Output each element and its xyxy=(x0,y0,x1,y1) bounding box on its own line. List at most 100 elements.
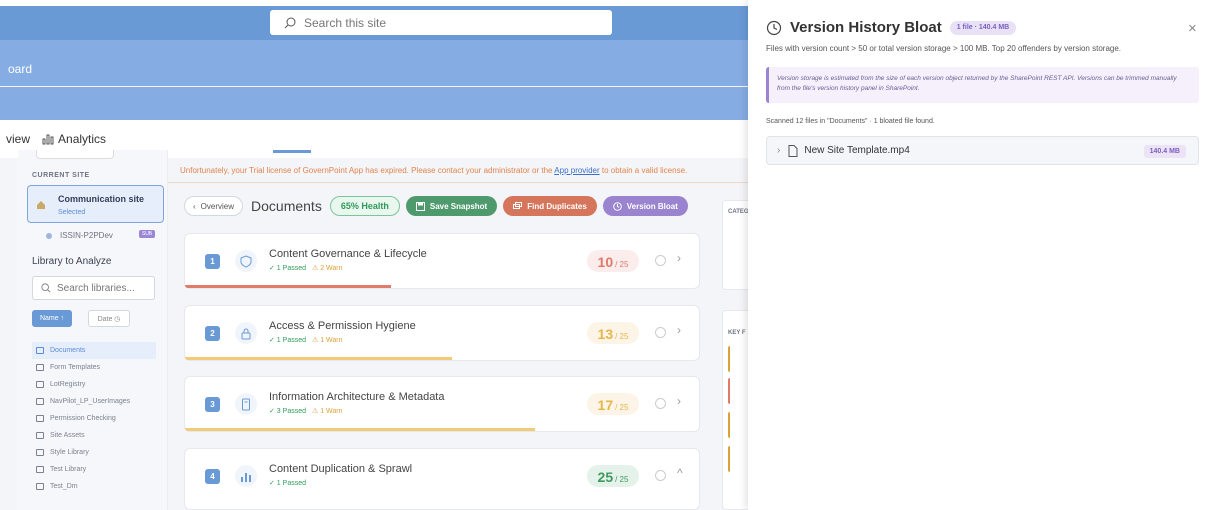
lock-icon xyxy=(235,322,257,344)
score-progress-bar xyxy=(185,428,535,431)
panel-header: Version History Bloat 1 file · 140.4 MB xyxy=(766,19,1017,36)
shield-icon xyxy=(235,250,257,272)
library-item-label: LotRegistry xyxy=(50,381,86,388)
document-icon xyxy=(235,393,257,415)
library-icon xyxy=(36,415,44,422)
passed-count: ✓ 1 Passed xyxy=(269,337,306,344)
category-card[interactable]: 3 Information Architecture & Metadata ✓ 3 … xyxy=(184,376,700,432)
library-item[interactable]: Style Library xyxy=(32,444,156,461)
trial-text-after: to obtain a valid license. xyxy=(599,166,688,175)
overview-button[interactable]: ‹ Overview xyxy=(184,196,244,216)
version-bloat-label: Version Bloat xyxy=(626,201,678,211)
sub-site-name: ISSIN-P2PDev xyxy=(60,231,113,240)
library-item[interactable]: Site Assets xyxy=(32,427,156,444)
overview-label: Overview xyxy=(200,201,235,211)
library-toolbar: ‹ Overview Documents 65% Health Save Sna… xyxy=(184,196,694,216)
current-site-card[interactable]: Communication site Selected xyxy=(27,185,164,223)
info-icon[interactable] xyxy=(655,255,666,266)
finding-item[interactable] xyxy=(728,412,748,438)
library-icon xyxy=(36,466,44,473)
file-size-badge: 140.4 MB xyxy=(1143,145,1186,158)
nav-analytics-link[interactable]: Analytics xyxy=(42,132,106,146)
sort-by-name-button[interactable]: Name ↑ xyxy=(32,310,72,327)
key-findings-label: KEY F xyxy=(728,330,746,336)
sort-by-date-button[interactable]: Date ◷ xyxy=(88,310,130,327)
category-title: Content Duplication & Sprawl xyxy=(269,463,413,475)
library-icon xyxy=(36,432,44,439)
site-search-input[interactable]: Search this site xyxy=(270,10,612,35)
bloated-file-row[interactable]: › New Site Template.mp4 140.4 MB xyxy=(766,136,1199,165)
main-content: Unfortunately, your Trial license of Gov… xyxy=(168,150,748,510)
search-icon xyxy=(41,283,51,293)
divider xyxy=(168,182,748,183)
category-number: 4 xyxy=(205,469,220,484)
file-name: New Site Template.mp4 xyxy=(804,145,910,156)
library-item-label: NavPilot_LP_UserImages xyxy=(50,398,131,405)
active-tab-indicator xyxy=(273,150,311,153)
scan-summary: Scanned 12 files in "Documents" · 1 bloa… xyxy=(766,118,935,125)
library-item[interactable]: Permission Checking xyxy=(32,410,156,427)
category-status: ✓ 3 Passed ⚠ 1 Warn xyxy=(269,407,343,415)
site-search-placeholder: Search this site xyxy=(304,15,387,30)
save-snapshot-button[interactable]: Save Snapshot xyxy=(405,196,498,216)
score-total: / 25 xyxy=(615,260,629,269)
right-summary-column: CATEG KEY F xyxy=(718,190,752,510)
library-search-placeholder: Search libraries... xyxy=(57,282,135,294)
score-value: 17 xyxy=(597,397,614,413)
info-icon[interactable] xyxy=(655,327,666,338)
category-card[interactable]: 4 Content Duplication & Sprawl ✓ 1 Passed 2… xyxy=(184,448,700,510)
score-total: / 25 xyxy=(615,332,629,341)
categories-label: CATEG xyxy=(728,209,749,215)
finding-item[interactable] xyxy=(728,346,748,372)
version-bloat-button[interactable]: Version Bloat xyxy=(602,196,688,216)
save-snapshot-label: Save Snapshot xyxy=(429,201,488,211)
info-icon[interactable] xyxy=(655,470,666,481)
category-title: Access & Permission Hygiene xyxy=(269,320,416,332)
category-number: 2 xyxy=(205,326,220,341)
file-icon xyxy=(788,144,798,157)
library-search-input[interactable]: Search libraries... xyxy=(32,276,155,300)
version-bloat-panel: Version History Bloat 1 file · 140.4 MB … xyxy=(748,0,1211,510)
info-icon[interactable] xyxy=(655,398,666,409)
library-list: Documents Form Templates LotRegistry NavPil… xyxy=(32,342,156,495)
score-value: 25 xyxy=(597,469,614,485)
library-icon xyxy=(36,483,44,490)
find-duplicates-label: Find Duplicates xyxy=(527,201,587,211)
panel-info-note: Version storage is estimated from the si… xyxy=(766,67,1199,103)
library-item[interactable]: NavPilot_LP_UserImages xyxy=(32,393,156,410)
save-icon xyxy=(415,201,425,211)
expand-chevron-icon[interactable]: ^ xyxy=(677,466,683,480)
library-item[interactable]: Documents xyxy=(32,342,156,359)
score-value: 10 xyxy=(597,254,614,270)
find-duplicates-button[interactable]: Find Duplicates xyxy=(503,196,597,216)
category-card[interactable]: 1 Content Governance & Lifecycle ✓ 1 Passe… xyxy=(184,233,700,289)
sub-site-item[interactable]: ISSIN-P2PDev xyxy=(46,231,113,240)
score-total: / 25 xyxy=(615,475,629,484)
warn-count: ⚠ 2 Warn xyxy=(312,265,343,272)
library-item-label: Form Templates xyxy=(50,364,101,371)
library-item[interactable]: LotRegistry xyxy=(32,376,156,393)
close-icon[interactable]: × xyxy=(1188,20,1197,37)
expand-chevron-icon[interactable]: › xyxy=(677,251,681,265)
sidebar-top-box xyxy=(36,150,114,159)
sub-site-dot-icon xyxy=(46,232,52,239)
library-item[interactable]: Form Templates xyxy=(32,359,156,376)
library-item[interactable]: Test Library xyxy=(32,461,156,478)
category-card[interactable]: 2 Access & Permission Hygiene ✓ 1 Passed ⚠ … xyxy=(184,305,700,361)
category-number: 1 xyxy=(205,254,220,269)
library-item[interactable]: Test_Dm xyxy=(32,478,156,495)
library-icon xyxy=(36,364,44,371)
finding-item[interactable] xyxy=(728,378,748,404)
category-status: ✓ 1 Passed ⚠ 1 Warn xyxy=(269,336,343,344)
category-status: ✓ 1 Passed xyxy=(269,479,312,487)
category-score: 17/ 25 xyxy=(587,393,639,415)
finding-item[interactable] xyxy=(728,446,748,472)
expand-chevron-icon[interactable]: › xyxy=(677,323,681,337)
nav-view-link[interactable]: view xyxy=(6,132,30,146)
app-provider-link[interactable]: App provider xyxy=(554,166,599,175)
trial-warning: Unfortunately, your Trial license of Gov… xyxy=(180,166,687,175)
warn-count: ⚠ 1 Warn xyxy=(312,408,343,415)
expand-chevron-icon[interactable]: › xyxy=(677,394,681,408)
site-status: Selected xyxy=(58,209,86,216)
library-icon xyxy=(36,398,44,405)
